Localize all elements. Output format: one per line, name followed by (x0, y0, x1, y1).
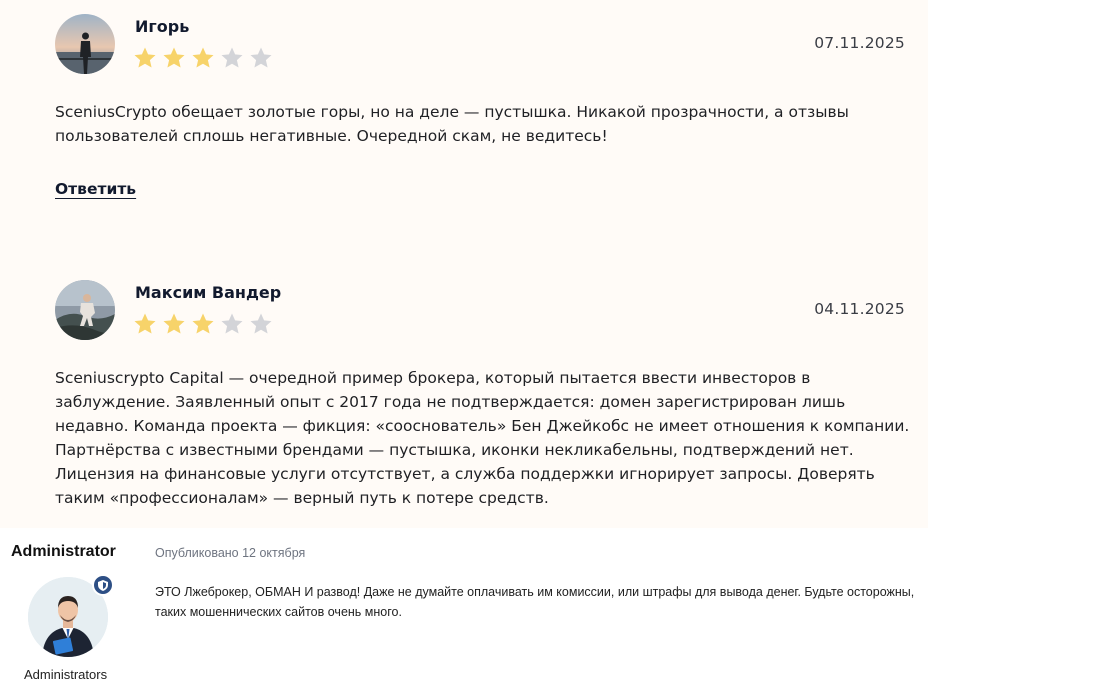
review-author: Игорь (135, 17, 190, 36)
star-icon (192, 313, 214, 334)
star-icon (163, 47, 185, 68)
star-icon (192, 47, 214, 68)
review-item: Максим Вандер 04.11.2025 Sceniuscrypto C… (0, 266, 928, 528)
review-author: Максим Вандер (135, 283, 282, 302)
star-icon (134, 47, 156, 68)
admin-post-text: ЭТО Лжеброкер, ОБМАН И развод! Даже не д… (155, 585, 915, 619)
admin-post: Administrator Administrators Опубликован… (0, 528, 1094, 692)
rating-stars (133, 312, 273, 336)
review-text: Sceniuscrypto Capital — очередной пример… (55, 369, 910, 507)
star-icon (250, 47, 272, 68)
admin-role: Administrators (24, 667, 108, 682)
star-icon (163, 313, 185, 334)
shield-icon (92, 574, 114, 596)
admin-name[interactable]: Administrator (11, 543, 116, 561)
avatar (55, 14, 115, 74)
avatar (55, 280, 115, 340)
star-icon (221, 47, 243, 68)
review-text: SceniusCrypto обещает золотые горы, но н… (55, 103, 849, 145)
rating-stars (133, 46, 273, 70)
star-icon (134, 313, 156, 334)
review-item: Игорь 07.11.2025 SceniusCrypto обещает з… (0, 0, 928, 240)
review-date: 04.11.2025 (814, 300, 905, 318)
reviews-section: Игорь 07.11.2025 SceniusCrypto обещает з… (0, 0, 928, 528)
star-icon (250, 313, 272, 334)
review-date: 07.11.2025 (814, 34, 905, 52)
reply-link[interactable]: Ответить (55, 180, 136, 198)
star-icon (221, 313, 243, 334)
published-date: Опубликовано 12 октября (155, 546, 306, 560)
